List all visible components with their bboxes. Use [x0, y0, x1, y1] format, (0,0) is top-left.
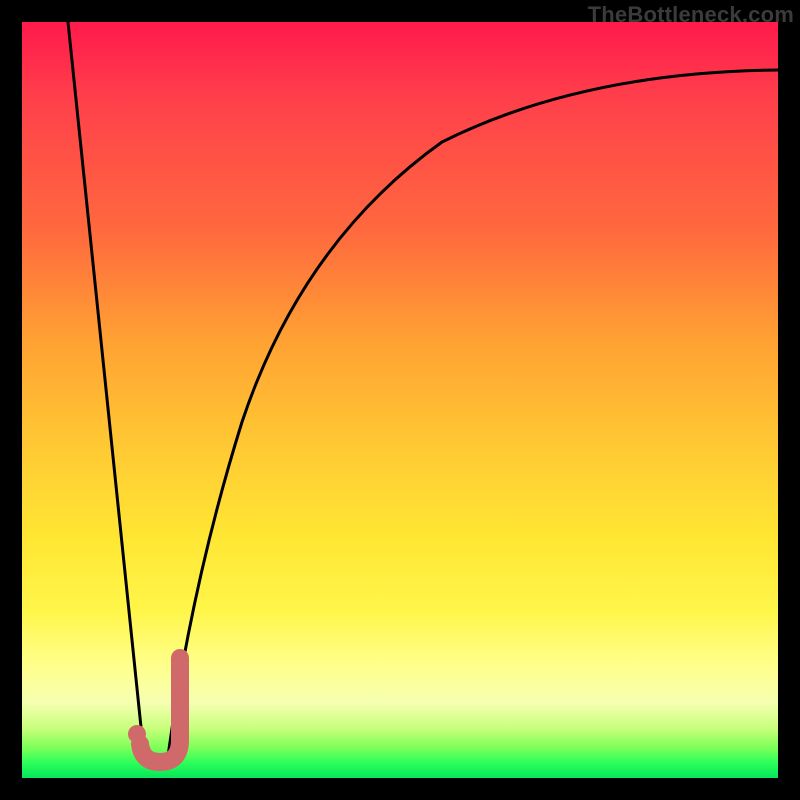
marker-j-hook — [140, 658, 180, 762]
curve-left-branch — [68, 22, 144, 756]
curve-right-branch — [168, 70, 778, 756]
attribution-text: TheBottleneck.com — [588, 2, 794, 28]
chart-frame: TheBottleneck.com — [0, 0, 800, 800]
curve-layer — [22, 22, 778, 778]
plot-area — [22, 22, 778, 778]
